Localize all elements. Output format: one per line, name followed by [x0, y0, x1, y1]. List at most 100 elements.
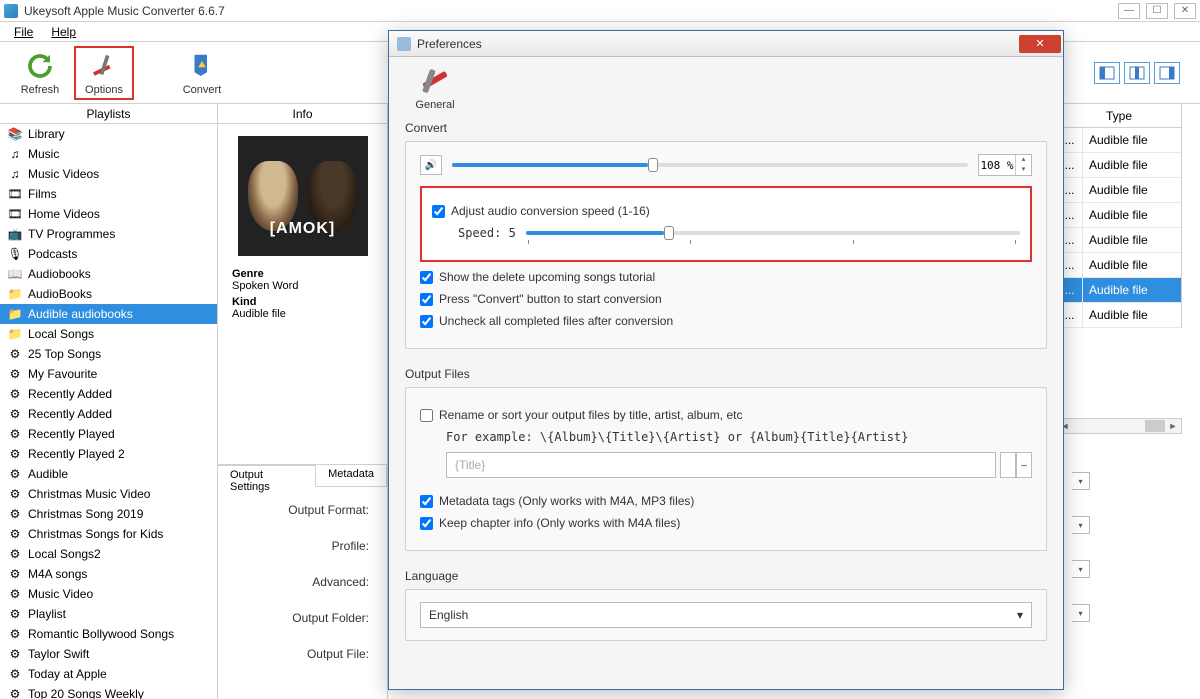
sidebar-item[interactable]: 📁Local Songs	[0, 324, 217, 344]
menu-file[interactable]: File	[6, 23, 41, 41]
sidebar-item[interactable]: ⚙Top 20 Songs Weekly	[0, 684, 217, 699]
rename-add-button[interactable]	[1000, 452, 1016, 478]
minimize-button[interactable]: —	[1118, 3, 1140, 19]
volume-percent-input[interactable]: ▴▾	[978, 154, 1032, 176]
sidebar-item[interactable]: ⚙Christmas Songs for Kids	[0, 524, 217, 544]
sidebar-item[interactable]: ⚙Local Songs2	[0, 544, 217, 564]
scroll-thumb[interactable]	[1145, 420, 1165, 432]
gear-icon: ⚙	[8, 427, 22, 441]
convert-button[interactable]: Convert	[172, 46, 232, 100]
sidebar-item[interactable]: ⚙M4A songs	[0, 564, 217, 584]
speed-slider[interactable]	[526, 231, 1020, 235]
spin-up-icon[interactable]: ▴	[1016, 155, 1031, 165]
sidebar-item[interactable]: 📺TV Programmes	[0, 224, 217, 244]
maximize-button[interactable]: ☐	[1146, 3, 1168, 19]
view-mode-3[interactable]	[1154, 62, 1180, 84]
language-select[interactable]: English ▾	[420, 602, 1032, 628]
sidebar-item-label: Films	[28, 187, 57, 201]
type-row[interactable]: ...Audible file	[1057, 303, 1181, 328]
preferences-close-button[interactable]: ✕	[1019, 35, 1061, 53]
sidebar-item[interactable]: ⚙My Favourite	[0, 364, 217, 384]
tab-metadata[interactable]: Metadata	[316, 465, 387, 486]
view-mode-1[interactable]	[1094, 62, 1120, 84]
sidebar-item[interactable]: 📖Audiobooks	[0, 264, 217, 284]
sidebar-item-label: Playlist	[28, 607, 66, 621]
sidebar-item[interactable]: ♫Music Videos	[0, 164, 217, 184]
settings-tabs: Output Settings Metadata	[218, 465, 387, 487]
sidebar-item[interactable]: 📁Audible audiobooks	[0, 304, 217, 324]
sidebar-item[interactable]: ♫Music	[0, 144, 217, 164]
scroll-right-icon[interactable]: ►	[1165, 419, 1181, 433]
gear-icon: ⚙	[8, 407, 22, 421]
sidebar-item[interactable]: 📚Library	[0, 124, 217, 144]
rename-checkbox[interactable]	[420, 409, 433, 422]
sidebar-item[interactable]: 📁AudioBooks	[0, 284, 217, 304]
sidebar-item[interactable]: ⚙Music Video	[0, 584, 217, 604]
rename-pattern-input[interactable]: {Title}	[446, 452, 996, 478]
sidebar-item-label: Local Songs2	[28, 547, 101, 561]
sidebar-item[interactable]: ⚙Recently Played 2	[0, 444, 217, 464]
sidebar-item[interactable]: ⚙Christmas Song 2019	[0, 504, 217, 524]
dropdown-arrow-icon[interactable]: ▾	[1072, 472, 1090, 490]
sidebar-item-label: Audible audiobooks	[28, 307, 133, 321]
speed-slider-thumb[interactable]	[664, 226, 674, 240]
type-row[interactable]: ...Audible file	[1057, 128, 1181, 153]
tab-output-settings[interactable]: Output Settings	[218, 465, 316, 487]
type-row[interactable]: ...Audible file	[1057, 228, 1181, 253]
sidebar-item[interactable]: 🎞Home Videos	[0, 204, 217, 224]
gear-icon: ⚙	[8, 347, 22, 361]
type-row[interactable]: ...Audible file	[1057, 253, 1181, 278]
sidebar-item[interactable]: 🎙Podcasts	[0, 244, 217, 264]
uncheck-completed-checkbox[interactable]	[420, 315, 433, 328]
keep-chapter-checkbox[interactable]	[420, 517, 433, 530]
type-row[interactable]: ...Audible file	[1057, 278, 1181, 303]
dropdown-arrow-icon[interactable]: ▾	[1072, 560, 1090, 578]
sidebar-item[interactable]: ⚙Recently Added	[0, 384, 217, 404]
type-row[interactable]: ...Audible file	[1057, 203, 1181, 228]
sidebar-item[interactable]: ⚙Recently Added	[0, 404, 217, 424]
sidebar-item[interactable]: ⚙Playlist	[0, 604, 217, 624]
playlist-list[interactable]: 📚Library♫Music♫Music Videos 🎞 Films 🎞Home V…	[0, 124, 217, 699]
refresh-button[interactable]: Refresh	[10, 46, 70, 100]
sidebar-item[interactable]: ⚙Audible	[0, 464, 217, 484]
volume-icon[interactable]: 🔊	[420, 155, 442, 175]
spin-down-icon[interactable]: ▾	[1016, 165, 1031, 175]
preferences-titlebar[interactable]: Preferences ✕	[389, 31, 1063, 57]
folder-icon: 📁	[8, 327, 22, 341]
options-button[interactable]: Options	[74, 46, 134, 100]
type-row[interactable]: ...Audible file	[1057, 153, 1181, 178]
sidebar-item[interactable]: ⚙25 Top Songs	[0, 344, 217, 364]
rename-remove-button[interactable]: –	[1016, 452, 1032, 478]
info-pane: Info Genre Spoken Word Kind Audible file…	[218, 104, 388, 699]
sidebar-item-label: Today at Apple	[28, 667, 107, 681]
sidebar-item[interactable]: ⚙Taylor Swift	[0, 644, 217, 664]
film-icon: 🎞	[8, 187, 22, 201]
volume-slider-thumb[interactable]	[648, 158, 658, 172]
sidebar-item-label: Christmas Songs for Kids	[28, 527, 163, 541]
adjust-speed-checkbox[interactable]	[432, 205, 445, 218]
type-value: Audible file	[1083, 278, 1181, 302]
dropdown-arrow-icon[interactable]: ▾	[1072, 516, 1090, 534]
volume-slider[interactable]	[452, 163, 968, 167]
view-mode-2[interactable]	[1124, 62, 1150, 84]
type-row[interactable]: ...Audible file	[1057, 178, 1181, 203]
horizontal-scrollbar[interactable]: ◄ ►	[1056, 418, 1182, 434]
output-file-label: Output File:	[228, 647, 377, 661]
press-convert-checkbox[interactable]	[420, 293, 433, 306]
sidebar-item[interactable]: 🎞 Films	[0, 184, 217, 204]
close-button[interactable]: ✕	[1174, 3, 1196, 19]
dropdown-arrow-icon[interactable]: ▾	[1072, 604, 1090, 622]
sidebar-item[interactable]: ⚙Recently Played	[0, 424, 217, 444]
metadata-tags-checkbox[interactable]	[420, 495, 433, 508]
album-art	[238, 136, 368, 256]
type-value: Audible file	[1083, 203, 1181, 227]
sidebar-item[interactable]: ⚙Romantic Bollywood Songs	[0, 624, 217, 644]
sidebar-item[interactable]: ⚙Today at Apple	[0, 664, 217, 684]
menu-help[interactable]: Help	[43, 23, 84, 41]
app-icon	[4, 4, 18, 18]
sidebar-item[interactable]: ⚙Christmas Music Video	[0, 484, 217, 504]
volume-value[interactable]	[979, 159, 1015, 172]
show-delete-checkbox[interactable]	[420, 271, 433, 284]
general-tab[interactable]: General	[405, 63, 465, 111]
type-header[interactable]: Type	[1057, 104, 1181, 128]
